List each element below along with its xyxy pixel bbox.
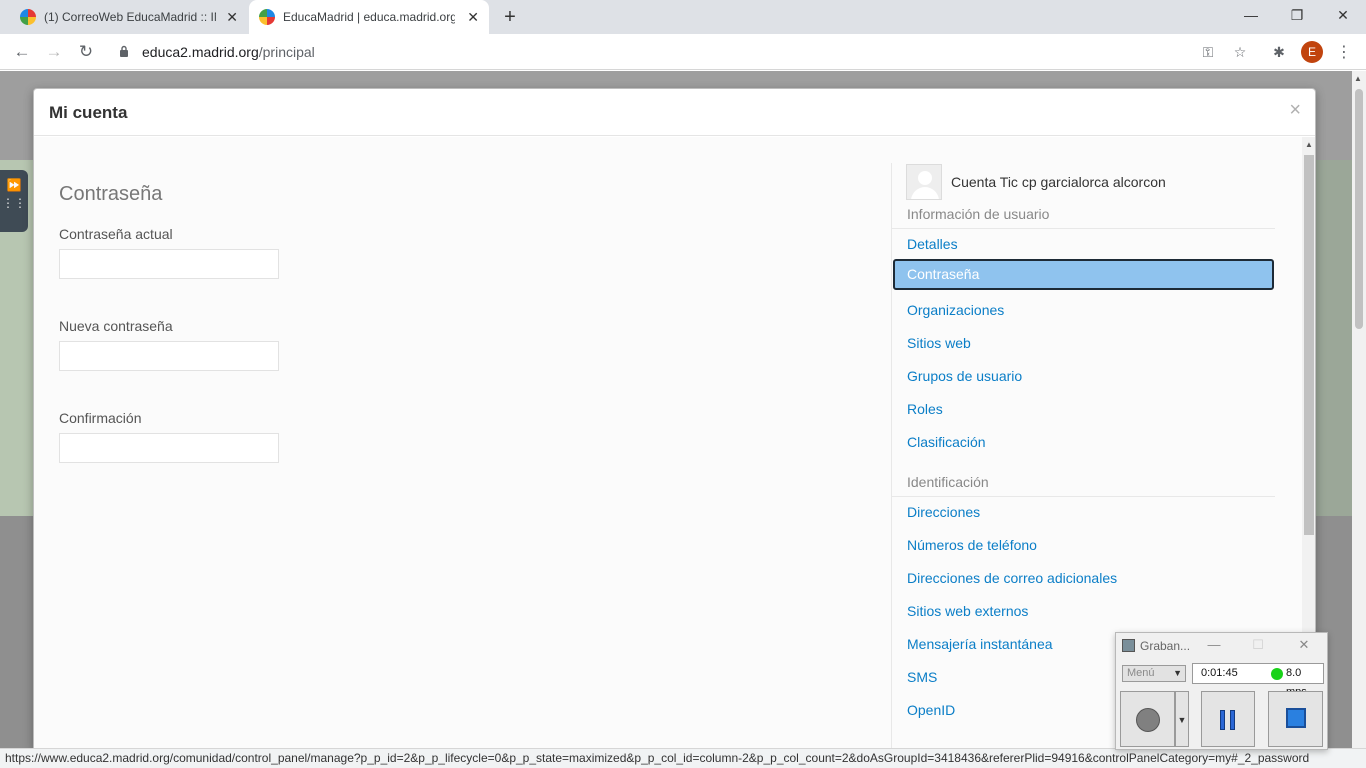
close-window-icon[interactable]: ✕: [1328, 4, 1358, 26]
menu-item-sitios-web-externos[interactable]: Sitios web externos: [907, 603, 1028, 619]
tab-label: (1) CorreoWeb EducaMadrid :: IN: [44, 10, 216, 24]
recorder-app-icon: [1122, 639, 1135, 652]
dialog-header: Mi cuenta ×: [34, 89, 1315, 136]
menu-item-mensajeria-instantanea[interactable]: Mensajería instantánea: [907, 636, 1053, 652]
browser-menu-icon[interactable]: ⋮: [1336, 42, 1352, 62]
dialog-title: Mi cuenta: [49, 103, 128, 122]
menu-item-numeros-de-telefono[interactable]: Números de teléfono: [907, 537, 1037, 553]
record-circle-icon: [1136, 708, 1160, 732]
educamadrid-favicon-icon: [20, 9, 36, 25]
chevron-down-icon: ▼: [1173, 668, 1182, 678]
tab-correoweb[interactable]: (1) CorreoWeb EducaMadrid :: IN ✕: [8, 0, 248, 34]
new-tab-button[interactable]: +: [500, 6, 520, 28]
pause-button[interactable]: [1201, 691, 1255, 747]
menu-item-grupos-de-usuario[interactable]: Grupos de usuario: [907, 368, 1022, 384]
current-password-label: Contraseña actual: [59, 226, 173, 242]
page-background-map: [1316, 160, 1352, 516]
menu-item-sitios-web[interactable]: Sitios web: [907, 335, 971, 351]
star-bookmark-icon[interactable]: ☆: [1231, 43, 1249, 61]
recorder-maximize-icon[interactable]: ☐: [1248, 636, 1268, 654]
url-host: educa2.madrid.org: [142, 44, 259, 60]
recorder-menu-label: Menú: [1127, 667, 1155, 679]
menu-item-clasificacion[interactable]: Clasificación: [907, 434, 986, 450]
record-options-dropdown[interactable]: ▼: [1175, 691, 1189, 747]
lock-icon[interactable]: [119, 45, 129, 57]
menu-item-organizaciones[interactable]: Organizaciones: [907, 302, 1004, 318]
profile-avatar[interactable]: E: [1301, 41, 1323, 63]
extensions-puzzle-icon[interactable]: ✱: [1270, 43, 1288, 61]
menu-item-detalles[interactable]: Detalles: [907, 236, 958, 252]
menu-item-roles[interactable]: Roles: [907, 401, 943, 417]
dialog-close-icon[interactable]: ×: [1289, 99, 1301, 122]
password-form-title: Contraseña: [59, 183, 163, 205]
record-button[interactable]: [1120, 691, 1175, 747]
back-arrow-icon[interactable]: ←: [12, 42, 32, 62]
menu-item-sms[interactable]: SMS: [907, 669, 937, 685]
browser-toolbar: ← → ↻ educa2.madrid.org/principal ⚿ ☆ ✱ …: [0, 34, 1366, 70]
url-path: /principal: [258, 44, 315, 60]
user-name: Cuenta Tic cp garcialorca alcorcon: [951, 174, 1166, 190]
page-scrollbar-thumb[interactable]: [1355, 89, 1363, 329]
address-bar[interactable]: educa2.madrid.org/principal: [142, 44, 315, 60]
user-header: Cuenta Tic cp garcialorca alcorcon: [906, 164, 1266, 200]
stop-square-icon: [1286, 708, 1306, 728]
confirm-password-input[interactable]: [59, 433, 279, 463]
tab-label: EducaMadrid | educa.madrid.org: [283, 10, 455, 24]
scroll-up-icon[interactable]: ▲: [1354, 74, 1362, 83]
recorder-close-icon[interactable]: ✕: [1294, 636, 1314, 654]
reload-icon[interactable]: ↻: [76, 42, 96, 62]
recorder-title: Graban...: [1140, 639, 1191, 653]
restore-window-icon[interactable]: ❐: [1282, 4, 1312, 26]
stop-button[interactable]: [1268, 691, 1323, 747]
fast-forward-icon: ⏩: [6, 178, 22, 192]
page-scrollbar[interactable]: ▲: [1352, 71, 1366, 748]
recorder-menu-dropdown[interactable]: Menú ▼: [1122, 665, 1186, 682]
close-tab-icon[interactable]: ✕: [226, 9, 238, 25]
menu-item-openid[interactable]: OpenID: [907, 702, 955, 718]
new-password-label: Nueva contraseña: [59, 318, 173, 334]
minimize-window-icon[interactable]: —: [1236, 4, 1266, 26]
recorder-status-field: 0:01:45 8.0 mps: [1192, 663, 1324, 698]
menu-item-contrasena[interactable]: Contraseña: [893, 259, 1274, 290]
user-avatar-icon: [906, 164, 942, 200]
educamadrid-favicon-icon: [259, 9, 275, 25]
current-password-input[interactable]: [59, 249, 279, 279]
recording-status-dot-icon: [1271, 668, 1283, 680]
menu-item-direcciones[interactable]: Direcciones: [907, 504, 980, 520]
tab-educamadrid[interactable]: EducaMadrid | educa.madrid.org ✕: [249, 0, 489, 34]
link-status-bar: https://www.educa2.madrid.org/comunidad/…: [0, 748, 1366, 768]
recorder-elapsed-time: 0:01:45: [1201, 667, 1238, 679]
new-password-input[interactable]: [59, 341, 279, 371]
browser-tab-strip: (1) CorreoWeb EducaMadrid :: IN ✕ EducaM…: [0, 0, 1366, 34]
confirm-password-label: Confirmación: [59, 410, 142, 426]
dialog-body: Contraseña Contraseña actual Nueva contr…: [34, 137, 1302, 749]
section-identificacion: Identificación: [892, 468, 1275, 497]
scroll-up-icon[interactable]: ▲: [1305, 140, 1313, 149]
dialog-scrollbar-thumb[interactable]: [1304, 155, 1314, 535]
section-informacion-de-usuario: Información de usuario: [892, 200, 1275, 229]
recorder-minimize-icon[interactable]: —: [1204, 636, 1224, 654]
grid-dots-icon: ⋮⋮: [2, 196, 26, 210]
menu-item-direcciones-de-correo[interactable]: Direcciones de correo adicionales: [907, 570, 1117, 586]
forward-arrow-icon[interactable]: →: [44, 42, 64, 62]
key-icon[interactable]: ⚿: [1199, 43, 1217, 61]
side-toolbar-handle[interactable]: ⏩ ⋮⋮: [0, 170, 28, 232]
pause-bar-icon: [1220, 710, 1225, 730]
pause-bar-icon: [1230, 710, 1235, 730]
screen-recorder-window: Graban... — ☐ ✕ Menú ▼ 0:01:45 8.0 mps ▼: [1115, 632, 1328, 750]
close-tab-icon[interactable]: ✕: [467, 9, 479, 25]
